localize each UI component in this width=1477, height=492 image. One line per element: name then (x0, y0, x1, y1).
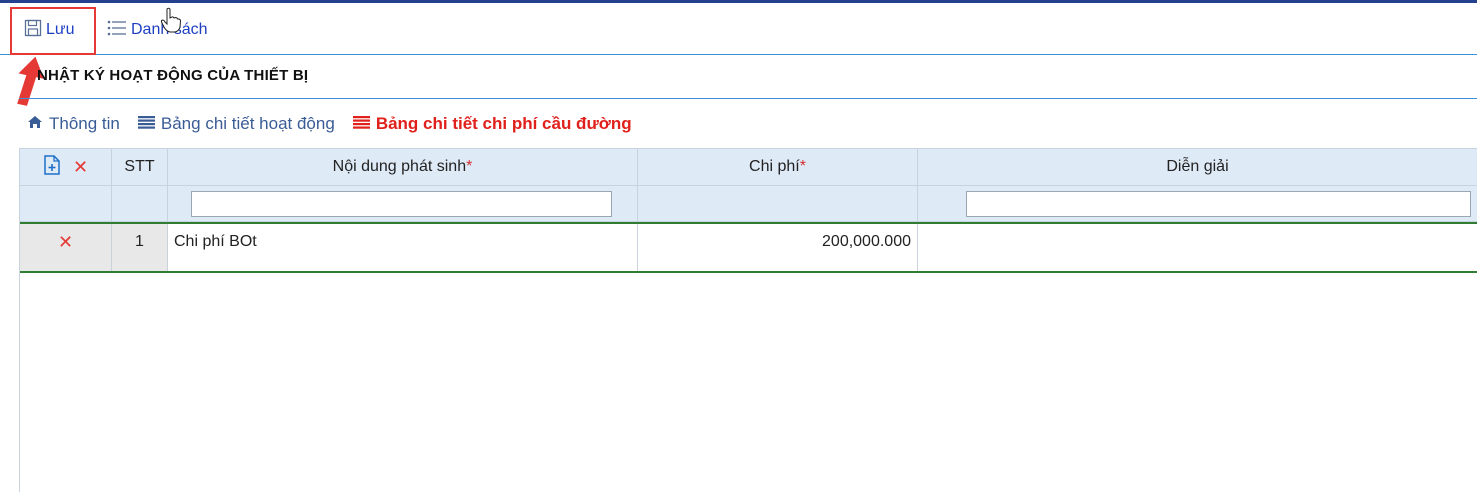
required-marker: * (466, 158, 473, 175)
filter-stt (112, 186, 168, 222)
row-content[interactable]: Chi phí BOt (168, 224, 638, 272)
table-row[interactable]: ✕ 1 Chi phí BOt 200,000.000 (20, 224, 1477, 272)
title-divider (19, 98, 1477, 99)
row-bottom-border (20, 271, 1477, 273)
cost-grid: ✕ STT Nội dung phát sinh * Chi phí * Diễn … (19, 148, 1477, 492)
row-cost[interactable]: 200,000.000 (638, 224, 918, 272)
tab-bang-chi-tiet-hoat-dong[interactable]: Bảng chi tiết hoạt động (137, 114, 335, 134)
list-icon (107, 19, 127, 42)
row-description[interactable] (918, 224, 1477, 272)
header-stt[interactable]: STT (112, 149, 168, 186)
list-button[interactable]: Danh sách (107, 17, 208, 43)
header-cost[interactable]: Chi phí * (638, 149, 918, 186)
filter-content-cell (168, 186, 638, 222)
filter-content-input[interactable] (191, 190, 612, 217)
grid-filter-row (20, 186, 1477, 222)
row-actions: ✕ (20, 224, 112, 272)
filter-description-input[interactable] (966, 190, 1471, 217)
delete-row-icon[interactable]: ✕ (58, 233, 73, 251)
tab-bang-chi-tiet-chi-phi-cau-duong[interactable]: Bảng chi tiết chi phí cầu đường (352, 114, 632, 134)
toolbar: Lưu Danh sách (0, 3, 1477, 55)
filter-cost-cell (638, 186, 918, 222)
tab-label: Bảng chi tiết chi phí cầu đường (375, 114, 632, 133)
grid-header-row: ✕ STT Nội dung phát sinh * Chi phí * Diễn … (20, 149, 1477, 186)
row-stt: 1 (112, 224, 168, 272)
add-row-icon[interactable] (43, 154, 61, 180)
filter-description-cell (918, 186, 1477, 222)
table-icon (137, 114, 155, 134)
filter-actions (20, 186, 112, 222)
tab-label: Bảng chi tiết hoạt động (160, 114, 335, 133)
tab-thong-tin[interactable]: Thông tin (27, 114, 120, 134)
header-actions: ✕ (20, 149, 112, 186)
save-highlight-box (10, 7, 96, 55)
header-description[interactable]: Diễn giải (918, 149, 1477, 186)
required-marker: * (799, 158, 806, 175)
home-icon (27, 114, 43, 134)
page-title: NHẬT KÝ HOẠT ĐỘNG CỦA THIẾT BỊ (37, 67, 309, 84)
tab-label: Thông tin (49, 114, 120, 133)
delete-all-icon[interactable]: ✕ (73, 158, 88, 176)
tab-bar: Thông tin Bảng chi tiết hoạt động Bảng c… (27, 114, 632, 134)
header-content[interactable]: Nội dung phát sinh * (168, 149, 638, 186)
table-icon (352, 114, 370, 134)
hand-cursor-icon (160, 7, 182, 33)
header-content-label: Nội dung phát sinh (332, 158, 467, 175)
header-cost-label: Chi phí (749, 158, 800, 175)
